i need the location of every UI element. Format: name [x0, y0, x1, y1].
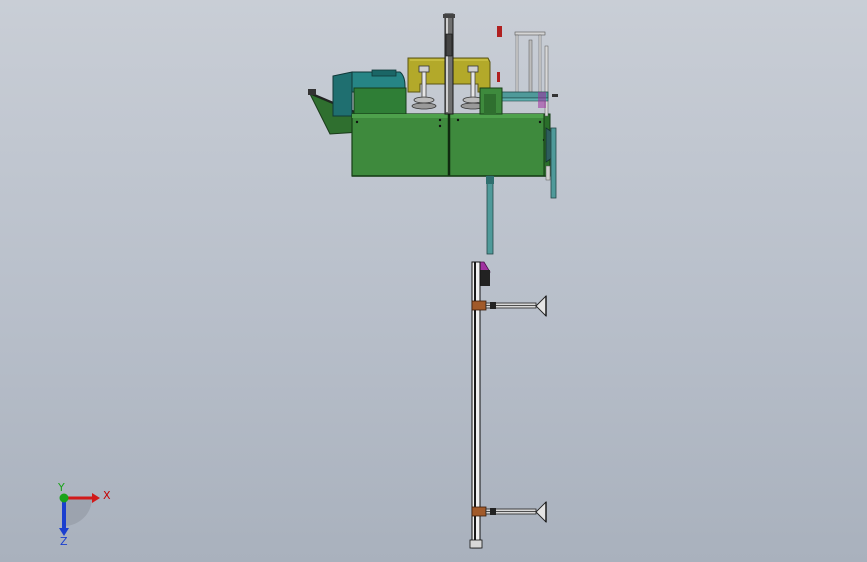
- y-axis-label: Y: [57, 482, 65, 494]
- machine-assembly[interactable]: [308, 13, 558, 255]
- cad-viewport[interactable]: [0, 0, 867, 562]
- right-side-plate[interactable]: [543, 113, 557, 199]
- motor-housing[interactable]: [332, 69, 407, 117]
- axis-triad: X Y Z: [57, 482, 111, 546]
- lower-arm[interactable]: [471, 500, 547, 524]
- z-axis-label: Z: [60, 535, 68, 546]
- red-marker: [497, 26, 502, 82]
- main-frame[interactable]: [351, 113, 549, 177]
- support-leg[interactable]: [486, 165, 551, 255]
- rail-assembly[interactable]: [469, 261, 547, 549]
- center-column[interactable]: [443, 13, 455, 115]
- y-axis-icon: [59, 493, 69, 503]
- upper-arm[interactable]: [471, 294, 547, 318]
- x-axis-label: X: [103, 489, 111, 502]
